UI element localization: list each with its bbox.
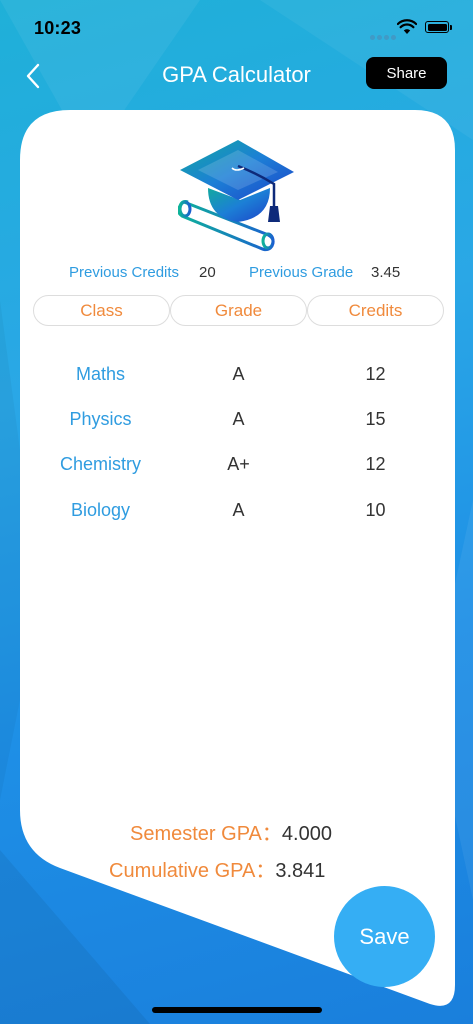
previous-grade-label: Previous Grade	[249, 264, 354, 281]
semester-gpa: Semester GPA：4.000	[130, 817, 332, 846]
credits-value: 10	[365, 500, 386, 520]
table-row[interactable]: Physics A 15	[32, 403, 445, 435]
grade-value: A	[232, 500, 245, 520]
grade-value: A	[232, 364, 245, 384]
class-name: Biology	[70, 500, 131, 520]
class-name: Physics	[69, 409, 132, 429]
class-name: Chemistry	[59, 454, 141, 474]
cumulative-gpa-value: 3.841	[275, 860, 326, 882]
grade-value: A	[232, 409, 245, 429]
save-button[interactable]: Save	[334, 886, 435, 987]
credits-value: 15	[365, 409, 386, 429]
semester-gpa-label: Semester GPA：	[130, 823, 282, 845]
column-header-grade: Grade	[170, 295, 307, 326]
column-header-class: Class	[33, 295, 170, 326]
previous-credits-value[interactable]: 20	[199, 264, 216, 281]
column-header-credits: Credits	[307, 295, 444, 326]
home-indicator	[152, 1007, 322, 1013]
cumulative-gpa: Cumulative GPA：3.841	[109, 854, 325, 883]
credits-value: 12	[365, 364, 386, 384]
table-row[interactable]: Chemistry A+ 12	[32, 448, 445, 480]
table-row[interactable]: Biology A 10	[32, 494, 445, 526]
grade-value: A+	[227, 454, 250, 474]
class-name: Maths	[75, 364, 126, 384]
table-row[interactable]: Maths A 12	[32, 358, 445, 390]
cumulative-gpa-label: Cumulative GPA：	[109, 860, 276, 882]
graduation-cap-icon	[178, 140, 294, 252]
previous-grade-value[interactable]: 3.45	[371, 264, 400, 281]
previous-credits-label: Previous Credits	[69, 264, 180, 281]
semester-gpa-value: 4.000	[281, 823, 332, 845]
credits-value: 12	[365, 454, 386, 474]
